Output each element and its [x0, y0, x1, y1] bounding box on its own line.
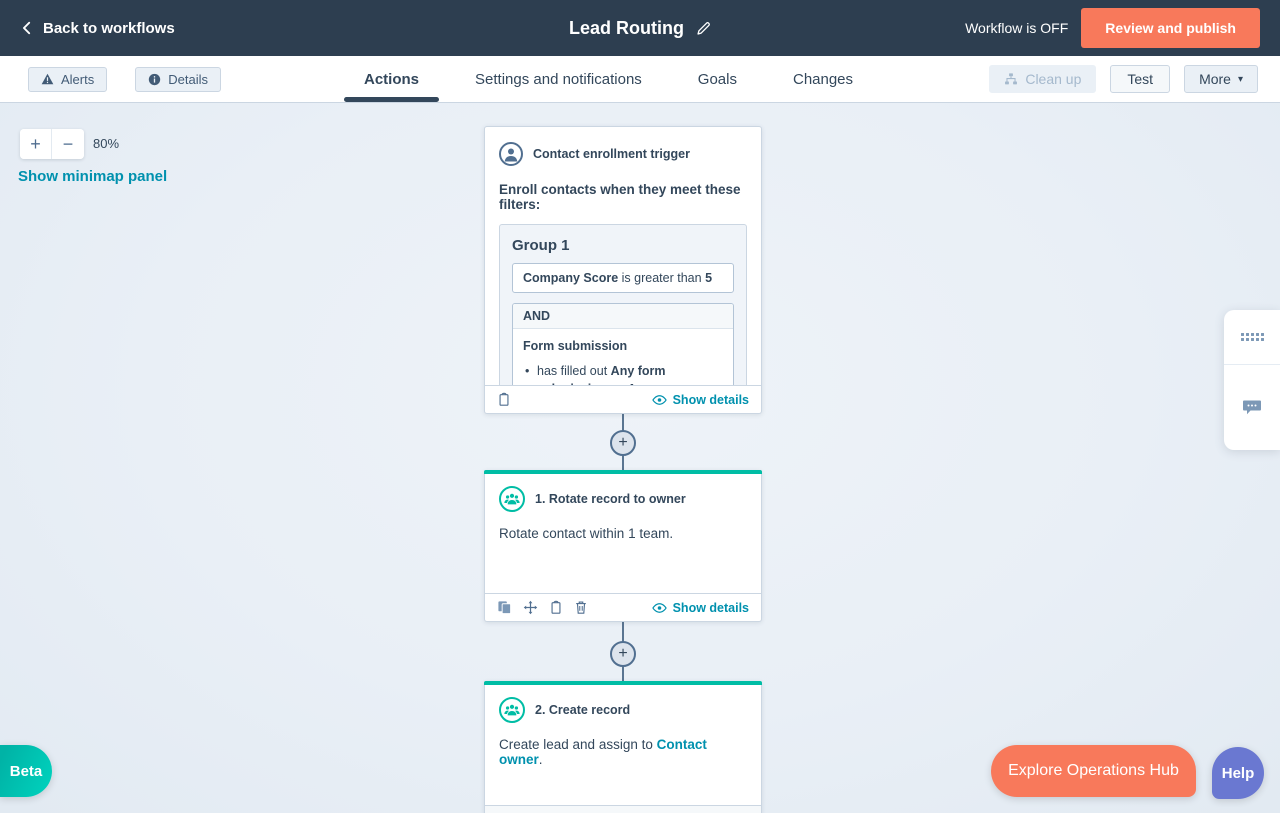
description-suffix: . — [539, 752, 543, 767]
trigger-show-details-link[interactable]: Show details — [652, 393, 749, 407]
canvas-side-panel — [1224, 310, 1280, 450]
filter-page-value: Any page — [627, 382, 683, 385]
header-right: Workflow is OFF Review and publish — [965, 0, 1260, 56]
filter-group-label: Group 1 — [512, 237, 734, 254]
and-filter-body: Form submission has filled out Any form … — [513, 329, 733, 385]
toolbar-right: Clean up Test More ▾ — [989, 56, 1258, 102]
and-filter-block[interactable]: AND Form submission has filled out Any f… — [512, 303, 734, 385]
action-title: 1. Rotate record to owner — [535, 492, 686, 506]
filter-operator: is greater than — [622, 271, 702, 285]
trigger-subtitle: Enroll contacts when they meet these fil… — [499, 182, 747, 212]
details-button[interactable]: Details — [135, 67, 221, 92]
show-details-label: Show details — [673, 601, 749, 615]
warning-icon — [41, 73, 54, 85]
zoom-in-button[interactable]: + — [20, 129, 52, 159]
clean-up-button[interactable]: Clean up — [989, 65, 1096, 93]
action-card-footer-clipped — [485, 805, 761, 813]
team-icon — [499, 697, 525, 723]
info-icon — [148, 73, 161, 86]
action-card-content: 1. Rotate record to owner Rotate contact… — [485, 474, 761, 541]
copy-icon[interactable] — [497, 392, 511, 407]
filter-property: Company Score — [523, 271, 618, 285]
explore-operations-hub-button[interactable]: Explore Operations Hub — [991, 745, 1196, 797]
action-card-header: 2. Create record — [499, 697, 747, 723]
team-icon — [499, 486, 525, 512]
and-label: AND — [513, 304, 733, 329]
workflow-title: Lead Routing — [569, 18, 684, 39]
comment-icon — [1242, 398, 1262, 417]
edit-pencil-icon[interactable] — [696, 21, 711, 36]
details-label: Details — [168, 72, 208, 87]
more-label: More — [1199, 71, 1231, 87]
action-description: Rotate contact within 1 team. — [499, 526, 747, 541]
filter-type-label: Form submission — [523, 339, 723, 353]
filter-condition: has filled out Any form submission on An… — [537, 362, 723, 385]
beta-badge[interactable]: Beta — [0, 745, 52, 797]
alerts-button[interactable]: Alerts — [28, 67, 107, 92]
copy-icon[interactable] — [549, 600, 563, 615]
action-footer-icons — [497, 600, 588, 615]
enrollment-trigger-card[interactable]: Contact enrollment trigger Enroll contac… — [484, 126, 762, 414]
filter-value: 5 — [705, 271, 712, 285]
more-button[interactable]: More ▾ — [1184, 65, 1258, 93]
toolbar: Alerts Details Actions Settings and noti… — [0, 56, 1280, 103]
workflow-canvas[interactable]: + − 80% Show minimap panel + + Contact e… — [0, 103, 1280, 813]
comments-button[interactable] — [1224, 365, 1280, 449]
tab-goals[interactable]: Goals — [678, 56, 757, 102]
action-card-header: 1. Rotate record to owner — [499, 486, 747, 512]
workflow-editor: Back to workflows Lead Routing Workflow … — [0, 0, 1280, 813]
filter-on: on — [610, 382, 624, 385]
action-card-create-record[interactable]: 2. Create record Create lead and assign … — [484, 681, 762, 813]
trigger-card-content: Contact enrollment trigger Enroll contac… — [485, 127, 761, 385]
review-and-publish-button[interactable]: Review and publish — [1081, 8, 1260, 48]
filter-row[interactable]: Company Score is greater than 5 — [512, 263, 734, 293]
show-details-label: Show details — [673, 393, 749, 407]
tab-changes[interactable]: Changes — [773, 56, 873, 102]
action-description: Create lead and assign to Contact owner. — [499, 737, 747, 767]
workflow-title-wrap: Lead Routing — [569, 0, 711, 56]
clone-icon[interactable] — [497, 600, 512, 615]
data-panel-button[interactable] — [1224, 310, 1280, 365]
eye-icon — [652, 602, 667, 614]
trigger-card-header: Contact enrollment trigger — [499, 142, 747, 166]
toolbar-left: Alerts Details — [28, 56, 221, 102]
trigger-footer-icons — [497, 392, 511, 407]
contact-person-icon — [499, 142, 523, 166]
help-button[interactable]: Help — [1212, 747, 1264, 799]
add-action-button[interactable]: + — [610, 430, 636, 456]
chevron-left-icon — [20, 20, 34, 36]
chevron-down-icon: ▾ — [1238, 74, 1243, 85]
action-card-content: 2. Create record Create lead and assign … — [485, 685, 761, 767]
trigger-title: Contact enrollment trigger — [533, 147, 690, 161]
test-button[interactable]: Test — [1110, 65, 1170, 93]
action-title: 2. Create record — [535, 703, 630, 717]
sitemap-icon — [1004, 72, 1018, 86]
tab-settings-and-notifications[interactable]: Settings and notifications — [455, 56, 662, 102]
filter-group: Group 1 Company Score is greater than 5 … — [499, 224, 747, 385]
description-prefix: Create lead and assign to — [499, 737, 653, 752]
alerts-label: Alerts — [61, 72, 94, 87]
action-card-footer: Show details — [485, 593, 761, 621]
tab-bar: Actions Settings and notifications Goals… — [344, 56, 873, 102]
show-minimap-link[interactable]: Show minimap panel — [18, 168, 167, 185]
workflow-status: Workflow is OFF — [965, 20, 1068, 36]
tab-actions[interactable]: Actions — [344, 56, 439, 102]
action-card-rotate-record[interactable]: 1. Rotate record to owner Rotate contact… — [484, 470, 762, 622]
trigger-card-footer: Show details — [485, 385, 761, 413]
top-header: Back to workflows Lead Routing Workflow … — [0, 0, 1280, 56]
zoom-level: 80% — [93, 136, 119, 151]
clean-up-label: Clean up — [1025, 71, 1081, 87]
zoom-controls: + − — [20, 129, 84, 159]
zoom-out-button[interactable]: − — [52, 129, 84, 159]
eye-icon — [652, 394, 667, 406]
delete-icon[interactable] — [574, 600, 588, 615]
filter-prefix: has filled out — [537, 364, 607, 378]
grid-dots-icon — [1241, 333, 1264, 341]
back-to-workflows-link[interactable]: Back to workflows — [20, 20, 175, 37]
back-label: Back to workflows — [43, 20, 175, 37]
move-icon[interactable] — [523, 600, 538, 615]
action-show-details-link[interactable]: Show details — [652, 601, 749, 615]
add-action-button[interactable]: + — [610, 641, 636, 667]
